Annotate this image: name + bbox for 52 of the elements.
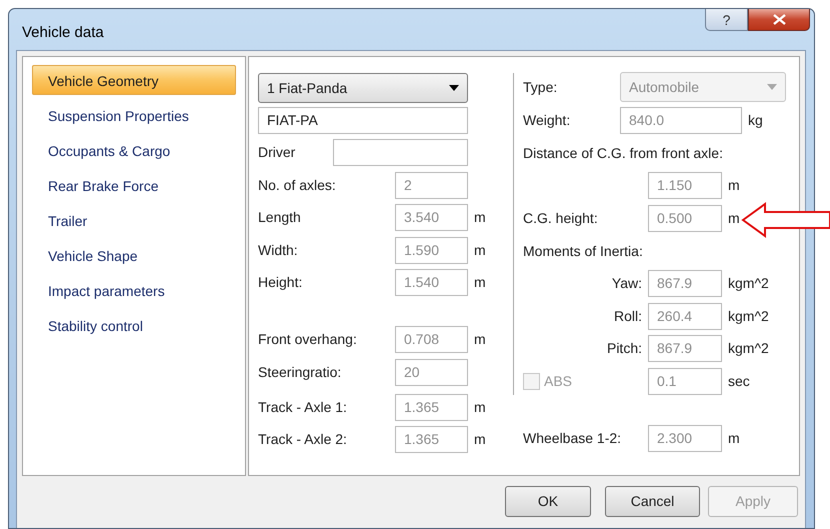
- dialog-button[interactable]: OK: [505, 486, 591, 517]
- sidebar-item[interactable]: Vehicle Geometry: [32, 65, 236, 95]
- field-label: Width:: [258, 240, 299, 260]
- field-label: Track - Axle 2:: [258, 430, 348, 449]
- sidebar-item[interactable]: Stability control: [32, 310, 236, 340]
- field-label: C.G. height:: [523, 208, 599, 228]
- field-label: Yaw:: [610, 274, 642, 293]
- unit-label: m: [474, 208, 486, 227]
- sidebar-item[interactable]: Impact parameters: [32, 275, 236, 305]
- field-label: Wheelbase 1-2:: [523, 428, 622, 448]
- field-label: Driver: [258, 143, 296, 162]
- unit-label: m: [728, 428, 740, 448]
- dropdown-arrow-icon: [767, 84, 777, 90]
- field-label: Pitch:: [606, 339, 642, 358]
- help-button[interactable]: ?: [705, 9, 748, 31]
- field-label: Steeringratio:: [258, 362, 342, 382]
- dropdown[interactable]: 1 Fiat-Panda: [258, 73, 468, 103]
- field-label: Length: [258, 208, 302, 227]
- field-label: Roll:: [612, 306, 642, 326]
- section-heading: Moments of Inertia:: [523, 242, 643, 260]
- unit-label: m: [474, 240, 486, 260]
- field-label: No. of axles:: [258, 176, 337, 194]
- field-label: Height:: [258, 273, 304, 292]
- dialog-button[interactable]: Cancel: [605, 486, 700, 517]
- close-button[interactable]: [748, 9, 810, 31]
- section-heading: Distance of C.G. from front axle:: [523, 144, 723, 162]
- input-field[interactable]: [333, 139, 468, 166]
- unit-label: m: [728, 208, 740, 228]
- unit-label: m: [474, 273, 486, 292]
- field-label: Front overhang:: [258, 330, 358, 349]
- sidebar-item[interactable]: Rear Brake Force: [32, 170, 236, 200]
- unit-label: kgm^2: [728, 339, 769, 358]
- unit-label: m: [474, 430, 486, 449]
- unit-label: kgm^2: [728, 274, 769, 293]
- unit-label: m: [474, 398, 486, 416]
- sidebar-item[interactable]: Vehicle Shape: [32, 240, 236, 270]
- unit-label: sec: [728, 372, 750, 390]
- field-label: Track - Axle 1:: [258, 398, 348, 416]
- unit-label: kgm^2: [728, 306, 769, 326]
- field-label: Weight:: [523, 110, 572, 130]
- close-icon: [772, 14, 786, 25]
- unit-label: m: [474, 330, 486, 349]
- unit-label: kg: [748, 110, 763, 130]
- dropdown-arrow-icon: [449, 85, 459, 91]
- checkbox-label: ABS: [544, 372, 572, 390]
- sidebar-item[interactable]: Suspension Properties: [32, 100, 236, 130]
- unit-label: m: [728, 176, 740, 195]
- input-field[interactable]: FIAT-PA: [258, 107, 468, 134]
- sidebar-item[interactable]: Trailer: [32, 205, 236, 235]
- field-label: Type:: [523, 78, 558, 97]
- window-title: Vehicle data: [21, 23, 104, 43]
- sidebar-item[interactable]: Occupants & Cargo: [32, 135, 236, 165]
